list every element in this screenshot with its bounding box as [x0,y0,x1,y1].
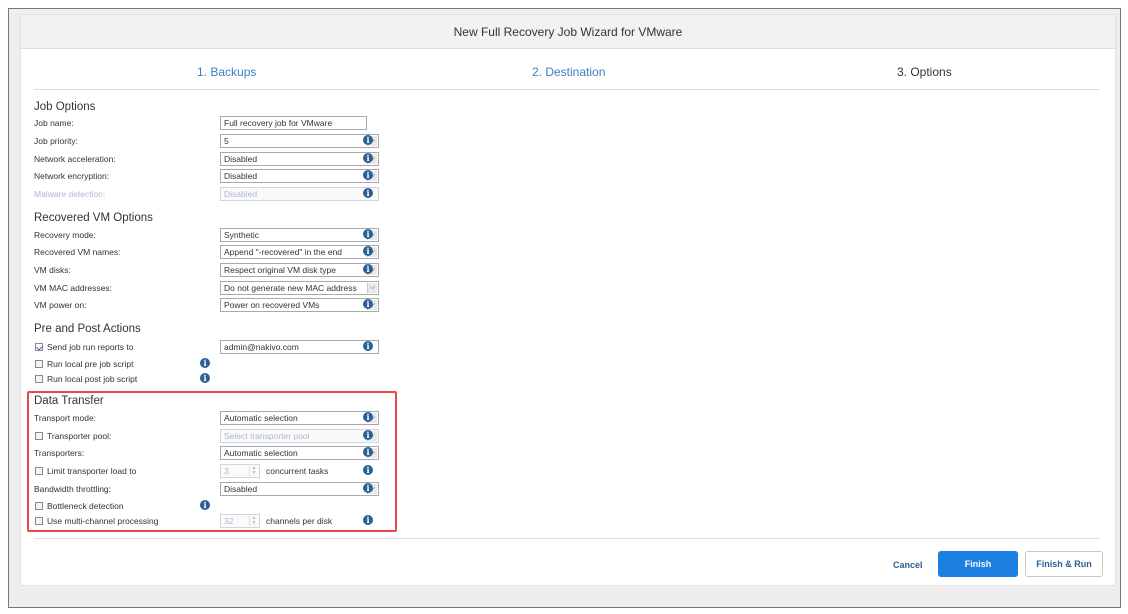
vm-power-select[interactable]: Power on recovered VMs⌵ [220,298,379,312]
network-acceleration-value: Disabled [224,154,258,164]
post-script-row: Run local post job script i [34,372,534,386]
malware-detection-label: Malware detection: [34,189,106,199]
vm-mac-label: VM MAC addresses: [34,283,112,293]
info-icon[interactable]: i [363,153,373,163]
vm-disks-select[interactable]: Respect original VM disk type⌵ [220,263,379,277]
data-transfer-highlight [27,391,397,532]
send-reports-checkbox[interactable] [35,343,43,351]
info-icon[interactable]: i [363,341,373,351]
send-reports-label: Send job run reports to [47,342,134,352]
vm-names-select[interactable]: Append "-recovered" in the end⌵ [220,245,379,259]
pre-script-label: Run local pre job script [47,359,134,369]
info-icon[interactable]: i [200,358,210,368]
footer-divider [34,538,1100,539]
network-encryption-select[interactable]: Disabled⌵ [220,169,379,183]
network-acceleration-select[interactable]: Disabled⌵ [220,152,379,166]
network-encryption-label: Network encryption: [34,171,110,181]
vm-names-value: Append "-recovered" in the end [224,247,343,257]
job-name-label: Job name: [34,118,74,128]
info-icon[interactable]: i [363,229,373,239]
finish-and-run-button[interactable]: Finish & Run [1025,551,1103,577]
report-email-input[interactable]: admin@nakivo.com [220,340,379,354]
job-name-input[interactable]: Full recovery job for VMware [220,116,367,130]
info-icon[interactable]: i [200,373,210,383]
vm-mac-value: Do not generate new MAC address [224,283,357,293]
vm-disks-value: Respect original VM disk type [224,265,336,275]
vm-mac-select[interactable]: Do not generate new MAC address ⌵ [220,281,379,295]
info-icon[interactable]: i [363,264,373,274]
malware-detection-select: Disabled [220,187,379,201]
step-options[interactable]: 3. Options [897,65,952,79]
cancel-button[interactable]: Cancel [893,560,923,570]
pre-script-row: Run local pre job script i [34,357,534,371]
recovery-mode-value: Synthetic [224,230,259,240]
network-encryption-row: Network encryption: Disabled⌵ i [34,169,534,183]
finish-button[interactable]: Finish [938,551,1018,577]
job-name-row: Job name: Full recovery job for VMware [34,116,534,130]
job-priority-row: Job priority: 5⌵ i [34,134,534,148]
vm-power-row: VM power on: Power on recovered VMs⌵ i [34,298,534,312]
info-icon[interactable]: i [363,188,373,198]
info-icon[interactable]: i [363,299,373,309]
pre-script-checkbox[interactable] [35,360,43,368]
vm-power-label: VM power on: [34,300,87,310]
recovery-mode-label: Recovery mode: [34,230,96,240]
network-acceleration-label: Network acceleration: [34,154,116,164]
vm-disks-label: VM disks: [34,265,71,275]
vm-names-label: Recovered VM names: [34,247,121,257]
malware-detection-row: Malware detection: Disabled i [34,187,534,201]
pre-post-actions-title: Pre and Post Actions [34,323,141,335]
info-icon[interactable]: i [363,170,373,180]
recovered-vm-options-title: Recovered VM Options [34,212,153,224]
network-encryption-value: Disabled [224,171,258,181]
post-script-checkbox[interactable] [35,375,43,383]
recovery-mode-row: Recovery mode: Synthetic⌵ i [34,228,534,242]
job-priority-value: 5 [224,136,229,146]
vm-mac-row: VM MAC addresses: Do not generate new MA… [34,281,534,295]
vm-disks-row: VM disks: Respect original VM disk type⌵… [34,263,534,277]
job-priority-label: Job priority: [34,136,78,146]
chevron-down-icon: ⌵ [367,283,377,293]
recovery-mode-select[interactable]: Synthetic⌵ [220,228,379,242]
send-reports-row: Send job run reports to admin@nakivo.com… [34,340,534,354]
vm-names-row: Recovered VM names: Append "-recovered" … [34,245,534,259]
network-acceleration-row: Network acceleration: Disabled⌵ i [34,152,534,166]
post-script-label: Run local post job script [47,374,138,384]
info-icon[interactable]: i [363,135,373,145]
job-priority-select[interactable]: 5⌵ [220,134,379,148]
vm-power-value: Power on recovered VMs [224,300,320,310]
malware-detection-value: Disabled [224,189,258,199]
info-icon[interactable]: i [363,246,373,256]
job-options-title: Job Options [34,101,96,113]
